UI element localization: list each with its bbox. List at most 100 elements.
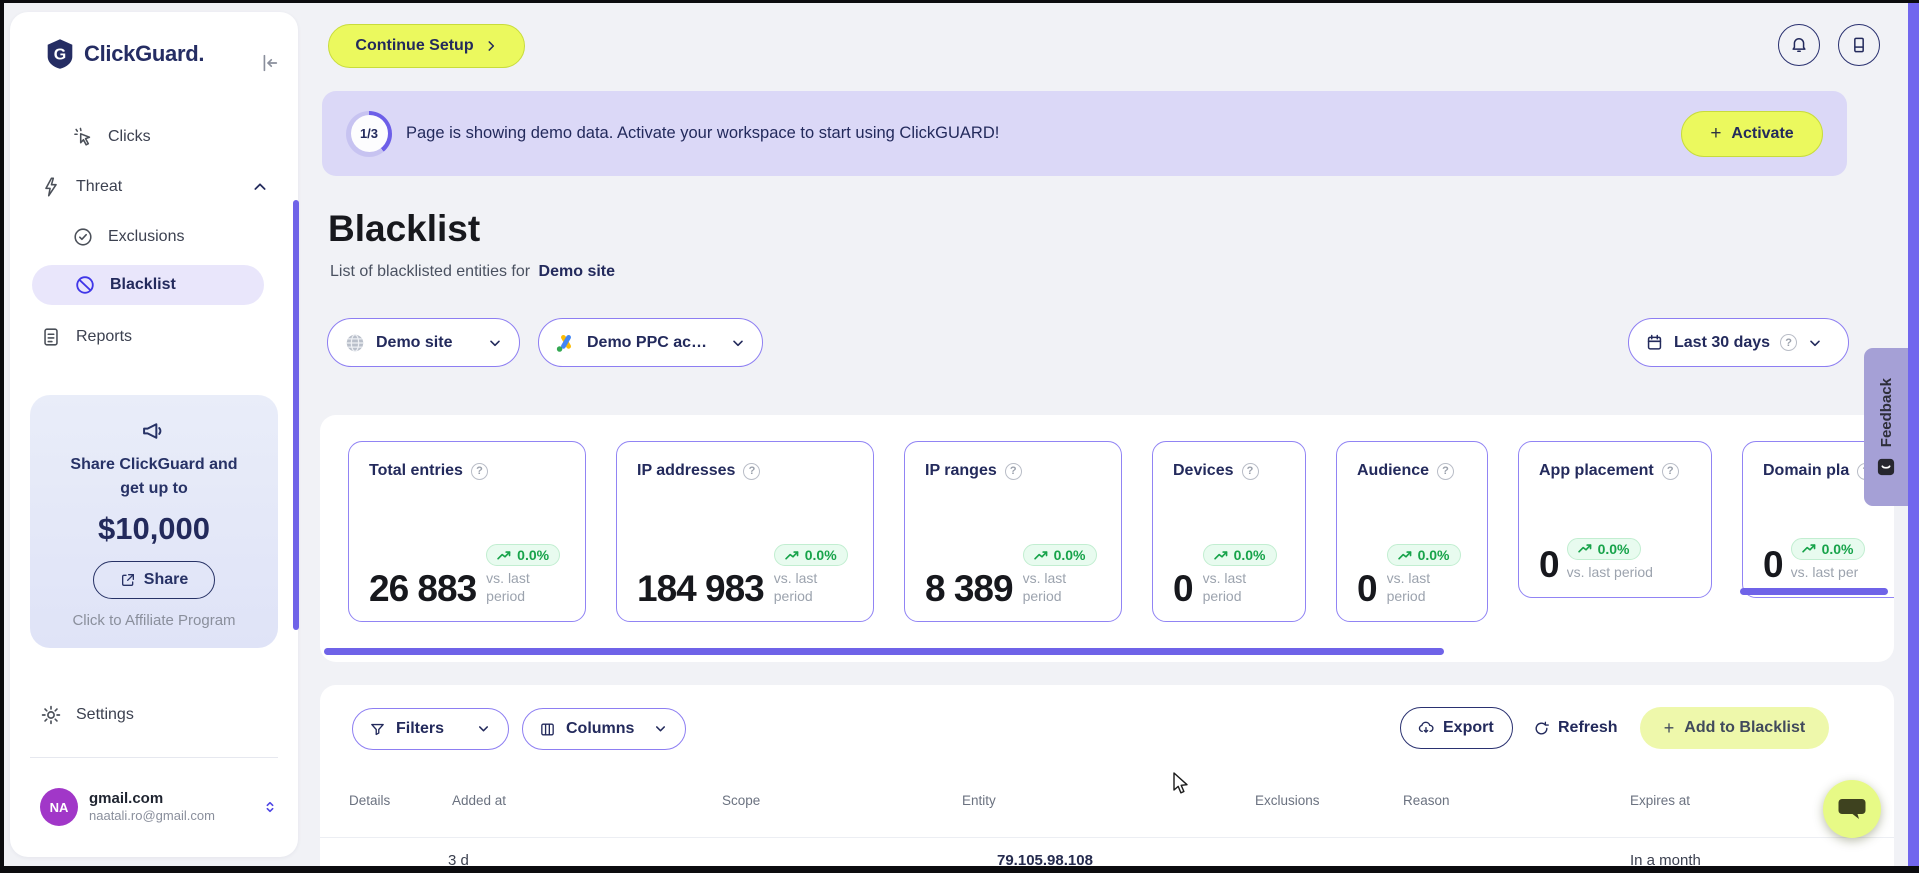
delta-badge: 0.0%: [1202, 544, 1277, 566]
feedback-chat-icon: [1877, 458, 1895, 476]
account-switcher[interactable]: NA gmail.com naatali.ro@gmail.com: [40, 788, 278, 826]
sidebar-item-label: Settings: [76, 706, 134, 723]
refresh-label: Refresh: [1558, 719, 1618, 736]
export-button[interactable]: Export: [1400, 707, 1513, 749]
column-header-entity[interactable]: Entity: [962, 793, 996, 808]
table-header-divider: [320, 837, 1894, 838]
add-to-blacklist-button[interactable]: + Add to Blacklist: [1640, 707, 1829, 749]
activate-label: Activate: [1731, 124, 1794, 142]
cell-added-at: 3 d: [448, 852, 469, 866]
date-range-value: Last 30 days: [1674, 333, 1771, 351]
sidebar-item-threat[interactable]: Threat: [40, 167, 268, 207]
account-name: gmail.com: [89, 789, 164, 807]
date-range-selector[interactable]: Last 30 days ?: [1628, 318, 1849, 367]
delta-badge: 0.0%: [773, 544, 848, 566]
help-icon: ?: [470, 462, 488, 480]
column-header-exclusions[interactable]: Exclusions: [1255, 793, 1320, 808]
promo-line1: Share ClickGuard and: [70, 456, 238, 473]
check-badge-icon: [72, 226, 94, 248]
avatar: NA: [40, 788, 78, 826]
page-vertical-scrollbar[interactable]: [1908, 0, 1919, 866]
sidebar-item-reports[interactable]: Reports: [40, 317, 268, 357]
continue-setup-label: Continue Setup: [355, 37, 474, 54]
add-to-blacklist-label: Add to Blacklist: [1684, 719, 1806, 736]
trend-up-icon: [497, 550, 511, 560]
activate-button[interactable]: + Activate: [1681, 110, 1823, 157]
column-header-expires-at[interactable]: Expires at: [1630, 793, 1690, 808]
site-selector-value: Demo site: [376, 333, 453, 351]
docs-button[interactable]: [1838, 24, 1880, 66]
sidebar-item-blacklist[interactable]: Blacklist: [32, 265, 264, 305]
cards-scrollbar-end[interactable]: [1740, 588, 1888, 595]
promo-amount: $10,000: [97, 511, 211, 546]
sidebar-item-label: Threat: [76, 178, 123, 195]
plus-icon: +: [1663, 717, 1675, 738]
affiliate-promo-card[interactable]: Share ClickGuard and get up to $10,000 S…: [30, 395, 278, 648]
share-button[interactable]: Share: [92, 561, 216, 599]
columns-label: Columns: [566, 720, 635, 737]
stat-period: vs. last period: [1566, 563, 1653, 580]
external-link-icon: [120, 572, 136, 588]
column-header-reason[interactable]: Reason: [1403, 793, 1450, 808]
stat-card-total-entries: Total entries? 26 883 0.0% vs. last peri…: [348, 441, 586, 622]
document-icon: [40, 326, 62, 348]
cell-expires-at: In a month: [1630, 852, 1701, 866]
cards-horizontal-scrollbar[interactable]: [324, 648, 1444, 655]
stat-value: 0: [1763, 543, 1784, 585]
chevron-up-icon: [252, 179, 268, 195]
sidebar: G ClickGuard. Clicks Threat Exclusions B…: [10, 12, 299, 857]
stat-card-devices: Devices? 0 0.0% vs. last period: [1152, 441, 1306, 622]
filters-button[interactable]: Filters: [352, 708, 509, 750]
trend-up-icon: [1033, 550, 1047, 560]
notifications-button[interactable]: [1778, 24, 1820, 66]
column-header-added-at[interactable]: Added at: [452, 793, 506, 808]
sidebar-item-label: Reports: [76, 328, 133, 345]
ppc-account-selector[interactable]: Demo PPC ac…: [538, 318, 763, 367]
stat-label: App placement: [1539, 462, 1654, 479]
stat-period: vs. last period: [1022, 570, 1067, 604]
stat-value: 184 983: [637, 567, 765, 609]
demo-banner: 1/3 Page is showing demo data. Activate …: [322, 91, 1847, 176]
sidebar-scrollbar[interactable]: [293, 200, 299, 630]
chevron-updown-icon: [262, 798, 278, 816]
feedback-tab[interactable]: Feedback: [1864, 348, 1908, 506]
stat-value: 0: [1173, 567, 1194, 609]
column-header-details[interactable]: Details: [349, 793, 390, 808]
stat-label: Devices: [1173, 462, 1234, 479]
subtitle-site-name: Demo site: [538, 263, 616, 280]
bell-icon: [1789, 35, 1809, 55]
banner-message: Page is showing demo data. Activate your…: [406, 124, 1000, 142]
sidebar-item-label: Blacklist: [110, 276, 176, 293]
column-header-scope[interactable]: Scope: [722, 793, 760, 808]
stat-value: 0: [1539, 543, 1560, 585]
sidebar-item-label: Clicks: [108, 128, 151, 145]
sidebar-item-exclusions[interactable]: Exclusions: [72, 217, 262, 257]
share-button-label: Share: [143, 571, 189, 588]
refresh-icon: [1533, 720, 1550, 737]
google-ads-icon: [555, 332, 577, 354]
globe-icon: [344, 332, 366, 354]
refresh-button[interactable]: Refresh: [1533, 707, 1618, 749]
delta-badge: 0.0%: [1790, 537, 1865, 560]
chat-widget-button[interactable]: [1823, 780, 1881, 838]
sidebar-collapse-button[interactable]: [258, 52, 280, 74]
frame-edge-left: [0, 0, 4, 873]
chevron-down-icon: [730, 335, 746, 351]
funnel-icon: [369, 721, 386, 738]
chevron-down-icon: [476, 721, 492, 737]
delta-badge: 0.0%: [1386, 544, 1461, 566]
setup-progress-value: 1/3: [350, 115, 388, 152]
svg-text:G: G: [54, 47, 66, 64]
site-selector[interactable]: Demo site: [327, 318, 520, 367]
help-icon: ?: [1241, 462, 1259, 480]
promo-footer: Click to Affiliate Program: [72, 612, 236, 629]
sidebar-item-settings[interactable]: Settings: [40, 695, 268, 735]
columns-button[interactable]: Columns: [522, 708, 686, 750]
continue-setup-button[interactable]: Continue Setup: [328, 24, 525, 68]
sidebar-item-clicks[interactable]: Clicks: [72, 117, 262, 157]
stats-panel: Total entries? 26 883 0.0% vs. last peri…: [320, 415, 1894, 662]
help-icon: ?: [743, 462, 761, 480]
chevron-down-icon: [487, 335, 503, 351]
sidebar-item-label: Exclusions: [108, 228, 185, 245]
book-icon: [1849, 35, 1869, 55]
